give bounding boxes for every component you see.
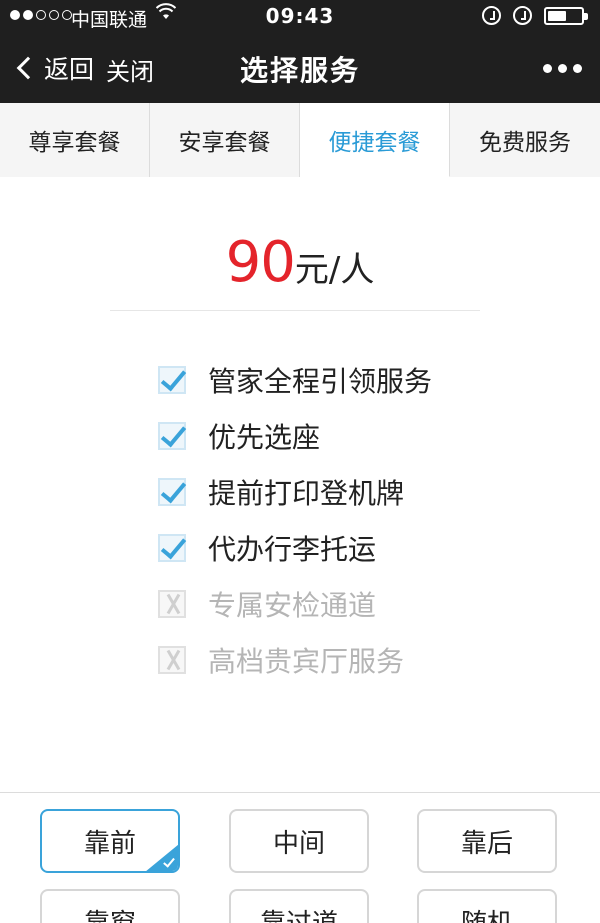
seat-option-front[interactable]: 靠前	[40, 809, 180, 873]
seat-option-label: 靠前	[83, 828, 136, 859]
checkmark-icon	[158, 366, 186, 394]
feature-item: 代办行李托运	[158, 520, 432, 576]
checkmark-icon	[158, 534, 186, 562]
cross-icon	[158, 646, 186, 674]
feature-item: 提前打印登机牌	[158, 464, 432, 520]
nav-bar: 返回 关闭 选择服务	[0, 34, 600, 103]
seat-option-aisle[interactable]: 靠过道	[229, 889, 369, 923]
battery-icon	[544, 6, 588, 25]
seat-option-label: 靠窗	[84, 903, 136, 923]
rotation-lock-icon	[482, 6, 501, 25]
feature-label: 优先选座	[208, 421, 321, 454]
seat-option-label: 随机	[461, 903, 513, 923]
feature-label: 管家全程引领服务	[208, 365, 433, 398]
page-title: 选择服务	[239, 54, 360, 87]
seat-option-label: 靠过道	[260, 903, 338, 923]
feature-label: 高档贵宾厅服务	[208, 645, 405, 678]
top-bar: 中国联通 09:43 返回 关闭 选择服务	[0, 0, 600, 103]
price-amount: 90	[225, 230, 296, 295]
seat-option-label: 靠后	[460, 828, 513, 859]
tab-free-service[interactable]: 免费服务	[450, 103, 600, 177]
feature-label: 专属安检通道	[208, 589, 377, 622]
feature-label: 提前打印登机牌	[208, 477, 405, 510]
feature-item: 高档贵宾厅服务	[158, 632, 432, 688]
seat-preference-panel: 靠前 中间 靠后 靠窗 靠过道 随机	[0, 792, 600, 923]
feature-item: 专属安检通道	[158, 576, 432, 632]
more-options-button[interactable]	[543, 64, 582, 73]
seat-option-window[interactable]: 靠窗	[40, 889, 180, 923]
feature-label: 代办行李托运	[208, 533, 377, 566]
alarm-icon	[513, 6, 532, 25]
feature-list: 管家全程引领服务 优先选座 提前打印登机牌 代办行李托运 专属安检通道 高档贵宾…	[158, 352, 432, 688]
tab-comfort[interactable]: 安享套餐	[150, 103, 300, 177]
tab-convenient[interactable]: 便捷套餐	[300, 103, 450, 177]
cross-icon	[158, 590, 186, 618]
seat-option-back[interactable]: 靠后	[417, 809, 557, 873]
tab-premium[interactable]: 尊享套餐	[0, 103, 150, 177]
package-tabs: 尊享套餐 安享套餐 便捷套餐 免费服务	[0, 103, 600, 177]
seat-option-label: 中间	[272, 828, 325, 859]
checkmark-icon	[158, 422, 186, 450]
feature-item: 管家全程引领服务	[158, 352, 432, 408]
divider	[110, 310, 480, 311]
seat-option-middle[interactable]: 中间	[229, 809, 369, 873]
status-bar: 中国联通 09:43	[0, 0, 600, 34]
package-price: 90元/人	[0, 230, 600, 295]
more-dots-icon	[543, 64, 552, 73]
checkmark-icon	[158, 478, 186, 506]
price-unit: 元/人	[294, 250, 375, 290]
feature-item: 优先选座	[158, 408, 432, 464]
seat-option-random[interactable]: 随机	[417, 889, 557, 923]
